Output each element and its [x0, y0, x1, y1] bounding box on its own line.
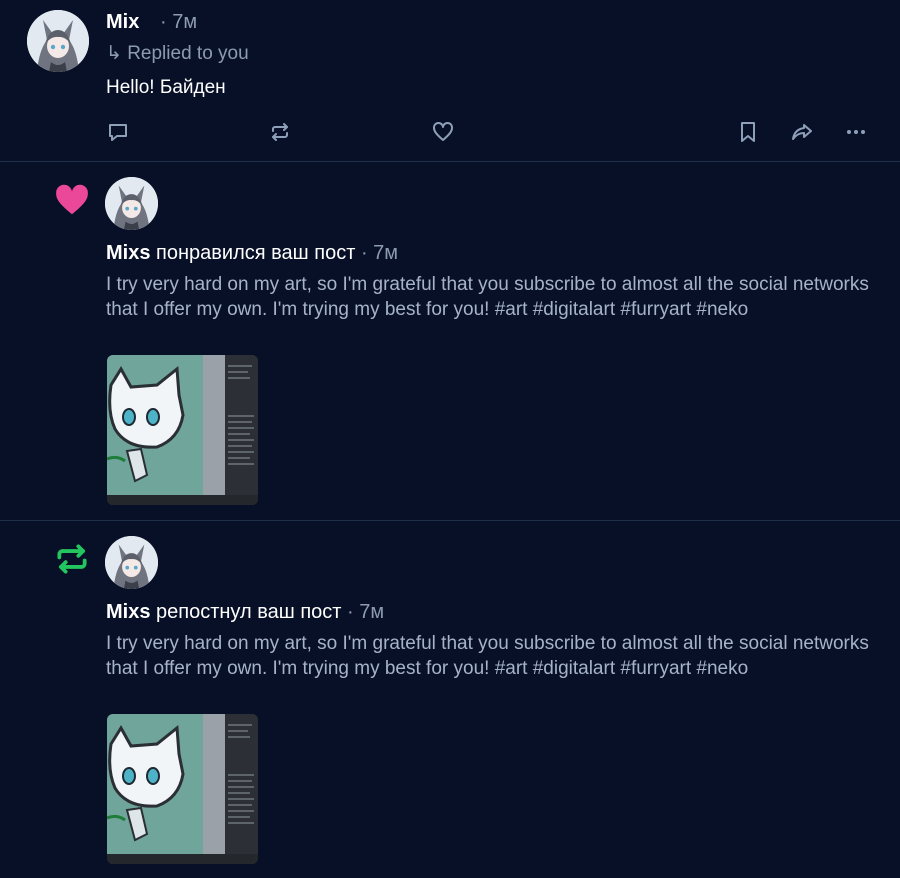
- bookmark-icon[interactable]: [734, 118, 762, 146]
- post-actions: [0, 118, 900, 148]
- share-icon[interactable]: [788, 118, 816, 146]
- like-notification[interactable]: Mixs понравился ваш пост · 7м I try very…: [0, 162, 900, 521]
- user-name[interactable]: Mixs: [106, 601, 150, 623]
- notification-time[interactable]: · 7м: [361, 242, 398, 264]
- more-icon[interactable]: [842, 118, 870, 146]
- repost-icon[interactable]: [266, 118, 294, 146]
- author-name[interactable]: Mix: [106, 11, 144, 34]
- post-header: Mix · 7м: [106, 11, 197, 35]
- notification-header: Mixs репостнул ваш пост · 7м: [106, 601, 384, 624]
- reply-post[interactable]: Mix · 7м ↳ Replied to you Hello! Байден: [0, 0, 900, 162]
- repost-notification[interactable]: Mixs репостнул ваш пост · 7м I try very …: [0, 521, 900, 878]
- like-icon[interactable]: [429, 118, 457, 146]
- post-image[interactable]: [107, 355, 258, 505]
- avatar[interactable]: [105, 536, 158, 589]
- avatar[interactable]: [27, 10, 89, 72]
- heart-icon: [52, 180, 92, 220]
- notification-action: понравился ваш пост: [156, 242, 356, 264]
- post-text: I try very hard on my art, so I'm gratef…: [106, 633, 869, 679]
- post-image[interactable]: [107, 714, 258, 864]
- user-name[interactable]: Mixs: [106, 242, 150, 264]
- notification-header: Mixs понравился ваш пост · 7м: [106, 242, 398, 265]
- post-time[interactable]: · 7м: [160, 11, 197, 34]
- repost-icon: [52, 539, 92, 579]
- reply-icon[interactable]: [104, 118, 132, 146]
- avatar[interactable]: [105, 177, 158, 230]
- notification-time[interactable]: · 7м: [347, 601, 384, 623]
- post-text: Hello! Байден: [106, 77, 226, 98]
- replied-to-label: ↳ Replied to you: [106, 43, 249, 64]
- post-text: I try very hard on my art, so I'm gratef…: [106, 274, 869, 320]
- notifications-feed: Mix · 7м ↳ Replied to you Hello! Байден: [0, 0, 900, 878]
- notification-action: репостнул ваш пост: [156, 601, 342, 623]
